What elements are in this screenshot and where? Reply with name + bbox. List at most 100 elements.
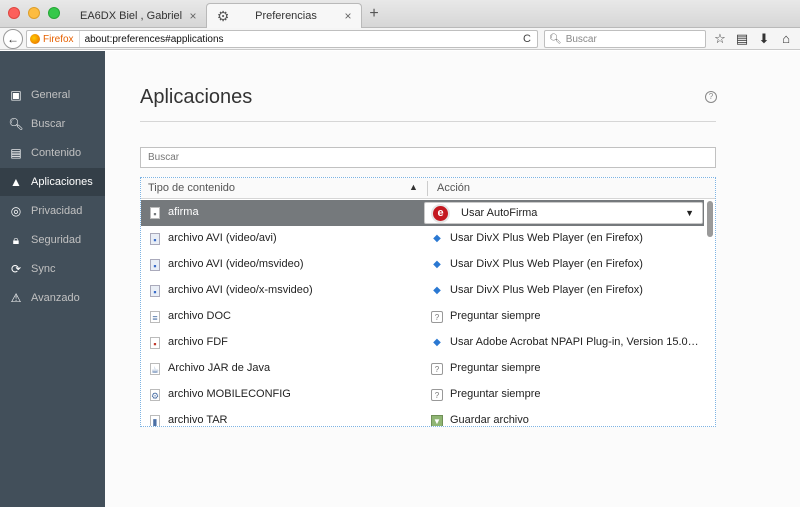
- action-label: Usar Adobe Acrobat NPAPI Plug-in, Versio…: [450, 336, 700, 348]
- table-row[interactable]: ▪ archivo AVI (video/x-msvideo) ◆ Usar D…: [141, 278, 704, 304]
- ask-icon: ?: [431, 311, 443, 323]
- privacy-mask-icon: ◎: [10, 204, 22, 218]
- action-label: Preguntar siempre: [450, 362, 541, 374]
- bookmark-star-icon[interactable]: ☆: [712, 31, 728, 47]
- list-header: Tipo de contenido ▲ Acción: [141, 178, 715, 199]
- reading-list-icon[interactable]: ▤: [734, 31, 750, 47]
- document-icon: ▪: [150, 207, 160, 219]
- sidebar-item-label: General: [31, 89, 71, 101]
- search-input[interactable]: 🔍︎ Buscar: [544, 30, 706, 48]
- table-row[interactable]: ▪ afirma e Usar AutoFirma ▼: [141, 200, 704, 226]
- url-bar[interactable]: Firefox about:preferences#applications C: [26, 30, 538, 48]
- action-label: Usar DivX Plus Web Player (en Firefox): [450, 284, 643, 296]
- action-dropdown[interactable]: e Usar AutoFirma ▼: [424, 202, 703, 224]
- sidebar-item-avanzado[interactable]: ⚠︎ Avanzado: [0, 284, 105, 312]
- sidebar-item-label: Privacidad: [31, 205, 83, 217]
- table-row[interactable]: ▪ archivo FDF ◆ Usar Adobe Acrobat NPAPI…: [141, 330, 704, 356]
- sidebar-item-contenido[interactable]: ▤ Contenido: [0, 139, 105, 167]
- archive-file-icon: ▮: [150, 415, 160, 426]
- plugin-cube-icon: ◆: [433, 233, 441, 244]
- home-icon[interactable]: ⌂: [778, 31, 794, 47]
- tab-ea6dx[interactable]: EA6DX Biel , Gabriel Muntaner ... ×: [64, 3, 206, 28]
- lock-icon: 🔒︎: [12, 232, 20, 247]
- sidebar-item-label: Contenido: [31, 147, 82, 159]
- ask-icon: ?: [431, 363, 443, 375]
- doc-file-icon: ≡: [150, 311, 160, 323]
- identity-label: Firefox: [43, 33, 74, 45]
- minimize-window-button[interactable]: [28, 7, 40, 19]
- firefox-logo-icon: [30, 34, 40, 44]
- sidebar-item-seguridad[interactable]: 🔒︎ Seguridad: [0, 226, 105, 254]
- navigation-bar: ← Firefox about:preferences#applications…: [0, 28, 800, 50]
- pdf-file-icon: ▪: [150, 337, 160, 349]
- sidebar-item-privacidad[interactable]: ◎ Privacidad: [0, 197, 105, 225]
- close-window-button[interactable]: [8, 7, 20, 19]
- scrollbar-thumb[interactable]: [707, 201, 713, 237]
- ask-icon: ?: [431, 389, 443, 401]
- toolbar-icons: ☆ ▤ ⬇ ⌂: [712, 31, 794, 47]
- sidebar-item-aplicaciones[interactable]: ▲ Aplicaciones: [0, 168, 105, 196]
- tab-bar: EA6DX Biel , Gabriel Muntaner ... × ⚙ Pr…: [0, 0, 800, 28]
- close-tab-icon[interactable]: ×: [341, 9, 355, 23]
- back-button[interactable]: ←: [3, 29, 23, 49]
- identity-badge[interactable]: Firefox: [27, 31, 80, 47]
- table-row[interactable]: ≡ archivo DOC ? Preguntar siempre: [141, 304, 704, 330]
- column-header-type[interactable]: Tipo de contenido: [148, 182, 235, 194]
- applications-list[interactable]: Tipo de contenido ▲ Acción ▪ afirma e Us…: [140, 177, 716, 427]
- content-type: archivo AVI (video/avi): [168, 232, 277, 244]
- sidebar-item-label: Sync: [31, 263, 56, 275]
- sidebar-item-label: Avanzado: [31, 292, 80, 304]
- content-icon: ▤: [10, 146, 22, 160]
- content-type: archivo AVI (video/msvideo): [168, 258, 304, 270]
- sidebar-item-label: Seguridad: [31, 234, 82, 246]
- action-label: Preguntar siempre: [450, 388, 541, 400]
- close-tab-icon[interactable]: ×: [186, 9, 200, 23]
- content-type: archivo AVI (video/x-msvideo): [168, 284, 313, 296]
- column-header-action[interactable]: Acción: [437, 182, 470, 194]
- table-row[interactable]: ▮ archivo TAR ▼ Guardar archivo: [141, 408, 704, 426]
- action-selected-value: Usar AutoFirma: [461, 207, 538, 219]
- tab-preferencias[interactable]: ⚙ Preferencias ×: [206, 3, 362, 28]
- applications-icon: ▲: [10, 175, 22, 189]
- chevron-down-icon: ▼: [685, 208, 694, 218]
- search-icon: 🔍︎: [549, 33, 562, 45]
- new-tab-button[interactable]: +: [366, 5, 382, 23]
- search-placeholder: Buscar: [565, 33, 597, 45]
- filter-input[interactable]: Buscar: [140, 147, 716, 168]
- url-text[interactable]: about:preferences#applications: [80, 34, 517, 45]
- sidebar-item-sync[interactable]: ⟳ Sync: [0, 255, 105, 283]
- plugin-cube-icon: ◆: [433, 337, 441, 348]
- sort-ascending-icon[interactable]: ▲: [409, 182, 418, 192]
- content-type: archivo TAR: [168, 414, 228, 426]
- config-file-icon: ⚙: [150, 389, 160, 401]
- page-title: Aplicaciones: [140, 86, 253, 108]
- action-label: Guardar archivo: [450, 414, 529, 426]
- title-divider: [140, 121, 716, 122]
- video-file-icon: ▪: [150, 259, 160, 271]
- preferences-content: Aplicaciones ? Buscar Tipo de contenido …: [105, 51, 800, 507]
- table-row[interactable]: ▪ archivo AVI (video/msvideo) ◆ Usar Div…: [141, 252, 704, 278]
- plugin-cube-icon: ◆: [433, 259, 441, 270]
- sidebar-item-label: Buscar: [31, 118, 66, 130]
- advanced-icon: ⚠︎: [10, 291, 22, 305]
- table-row[interactable]: ▪ archivo AVI (video/avi) ◆ Usar DivX Pl…: [141, 226, 704, 252]
- table-row[interactable]: ☕︎ Archivo JAR de Java ? Preguntar siemp…: [141, 356, 704, 382]
- reload-button[interactable]: C: [517, 33, 537, 45]
- table-row[interactable]: ⚙ archivo MOBILECONFIG ? Preguntar siemp…: [141, 382, 704, 408]
- content-type: archivo FDF: [168, 336, 228, 348]
- general-icon: ▣: [10, 88, 22, 102]
- sidebar-item-buscar[interactable]: 🔍︎ Buscar: [0, 110, 105, 138]
- action-label: Usar DivX Plus Web Player (en Firefox): [450, 232, 643, 244]
- zoom-window-button[interactable]: [48, 7, 60, 19]
- video-file-icon: ▪: [150, 233, 160, 245]
- tab-title: Preferencias: [255, 10, 317, 22]
- help-icon[interactable]: ?: [705, 91, 717, 103]
- downloads-icon[interactable]: ⬇: [756, 31, 772, 47]
- column-divider[interactable]: [427, 181, 428, 196]
- sidebar-item-label: Aplicaciones: [31, 176, 93, 188]
- list-scrollbar[interactable]: [705, 200, 715, 426]
- autofirma-logo-icon: e: [431, 204, 450, 223]
- sidebar-item-general[interactable]: ▣ General: [0, 81, 105, 109]
- gear-icon: ⚙: [216, 8, 230, 24]
- content-type: Archivo JAR de Java: [168, 362, 271, 374]
